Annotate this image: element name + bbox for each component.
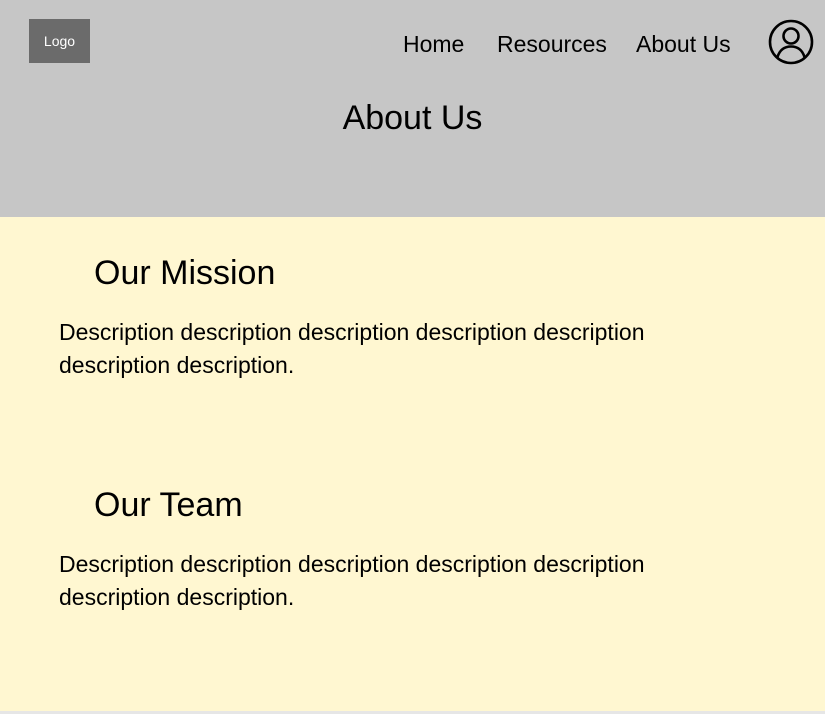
- page-title: About Us: [342, 99, 483, 137]
- header: Logo Home Resources About Us About Us: [0, 0, 825, 217]
- nav-link-home[interactable]: Home: [403, 28, 464, 60]
- nav-link-resources[interactable]: Resources: [497, 28, 607, 60]
- mission-heading: Our Mission: [94, 254, 276, 292]
- logo[interactable]: Logo: [29, 19, 90, 63]
- user-profile-button[interactable]: [768, 19, 814, 65]
- main-content: Our Mission Description description desc…: [0, 217, 825, 711]
- team-description: Description description description desc…: [59, 551, 645, 610]
- team-heading: Our Team: [94, 486, 243, 524]
- nav-link-about-us[interactable]: About Us: [636, 28, 731, 60]
- user-circle-icon: [768, 19, 814, 65]
- mission-description: Description description description desc…: [59, 319, 645, 378]
